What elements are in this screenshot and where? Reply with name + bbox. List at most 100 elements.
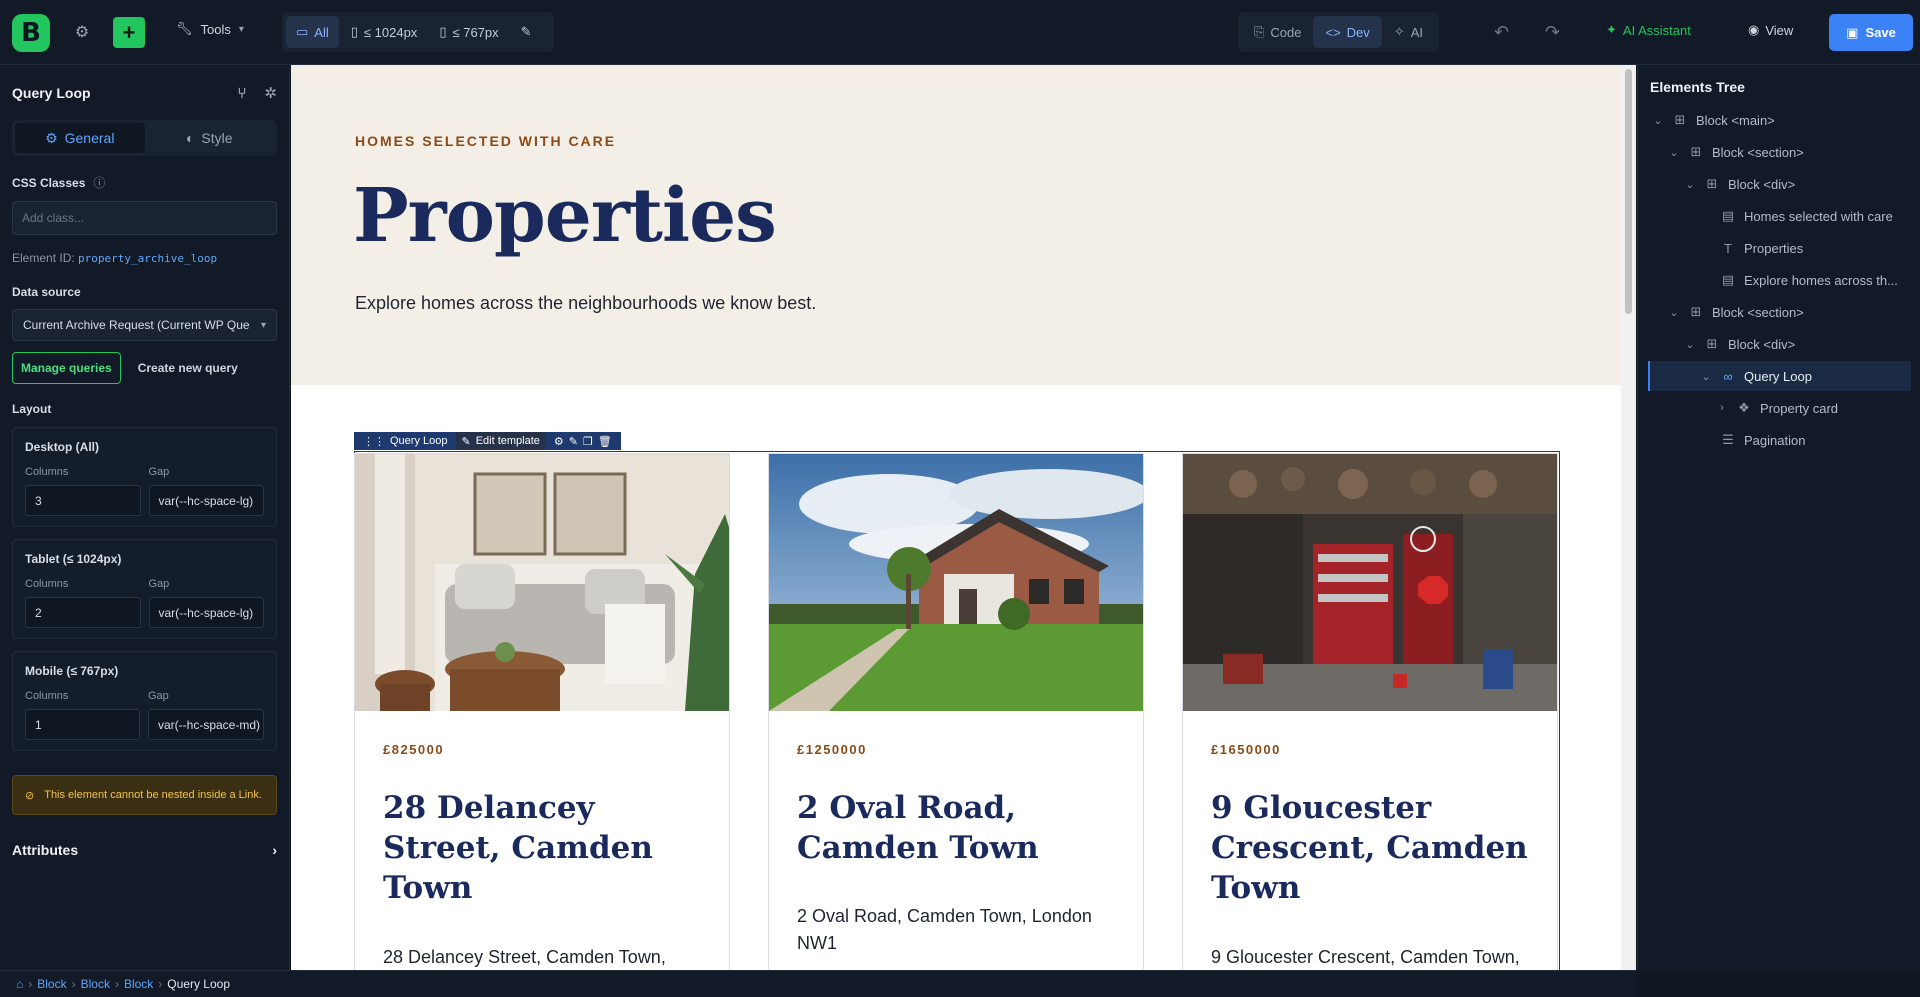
element-id-label: Element ID:: [12, 251, 75, 265]
view-label: View: [1765, 22, 1794, 38]
tree-item-main[interactable]: ⌄ ⊞ Block <main>: [1648, 105, 1911, 135]
property-address: 2 Oval Road, Camden Town, London NW1: [797, 906, 1092, 953]
breadcrumb-current: Query Loop: [167, 977, 230, 991]
query-loop-handle[interactable]: ⋮⋮ Query Loop: [358, 432, 452, 450]
layout-desktop: Desktop (All) Columns 3 Gap var(--hc-space…: [12, 427, 277, 527]
columns-input[interactable]: 2: [25, 597, 141, 628]
edit-template-label: Edit template: [475, 435, 540, 447]
tree-item-section[interactable]: ⌄ ⊞ Block <section>: [1648, 297, 1911, 327]
gap-input[interactable]: var(--hc-space-md): [148, 709, 264, 740]
chevron-right-icon: ›: [272, 842, 277, 858]
css-classes-input[interactable]: Add class...: [12, 201, 277, 235]
tree-item-label: Explore homes across th...: [1744, 272, 1898, 288]
property-title[interactable]: 2 Oval Road, Camden Town: [797, 788, 1127, 868]
columns-input[interactable]: 1: [25, 709, 140, 740]
breakpoint-title: Desktop (All): [25, 440, 100, 454]
block-grid-icon: ⊞: [1690, 144, 1702, 159]
gear-icon[interactable]: ⚙: [72, 22, 92, 42]
breakpoint-tablet[interactable]: ▯ ≤ 1024px: [341, 16, 428, 48]
tab-style[interactable]: ◐ Style: [145, 123, 275, 153]
chevron-down-icon[interactable]: ⌄: [1652, 114, 1664, 127]
save-button[interactable]: ▣ Save: [1829, 14, 1913, 51]
breadcrumb-item[interactable]: Block: [37, 977, 66, 991]
data-source-select[interactable]: Current Archive Request (Current WP Que ▾: [12, 309, 277, 341]
mobile-icon: ▯: [439, 24, 447, 39]
app-logo[interactable]: B: [12, 14, 50, 52]
edit-template-button[interactable]: ✎ Edit template: [456, 432, 545, 450]
floppy-disk-icon: ▣: [1846, 24, 1859, 40]
chevron-down-icon[interactable]: ⌄: [1700, 370, 1712, 383]
tree-item-query-loop[interactable]: ⌄ ∞ Query Loop: [1648, 361, 1911, 391]
hero-section[interactable]: HOMES SELECTED WITH CARE Properties Expl…: [291, 65, 1621, 385]
breadcrumb-item[interactable]: Block: [81, 977, 110, 991]
columns-input[interactable]: 3: [25, 485, 141, 516]
gear-icon: ⚙: [45, 129, 58, 146]
tools-menu[interactable]: 🔧︎ Tools ▾: [176, 21, 244, 37]
manage-queries-button[interactable]: Manage queries: [12, 352, 121, 384]
tree-item-div[interactable]: ⌄ ⊞ Block <div>: [1648, 329, 1911, 359]
canvas-scrollbar[interactable]: [1621, 65, 1636, 970]
home-icon[interactable]: ⌂: [16, 977, 23, 991]
magic-wand-icon[interactable]: ✲: [264, 85, 277, 102]
duplicate-icon[interactable]: ❐: [583, 435, 593, 448]
gear-icon[interactable]: ⚙: [554, 435, 564, 448]
tree-item-heading[interactable]: T Properties: [1648, 233, 1911, 263]
info-icon[interactable]: ⓘ: [93, 174, 105, 191]
breadcrumb-item[interactable]: Block: [124, 977, 153, 991]
property-card[interactable]: £825000 28 Delancey Street, Camden Town …: [354, 453, 730, 970]
hero-eyebrow[interactable]: HOMES SELECTED WITH CARE: [355, 133, 616, 149]
add-element-button[interactable]: +: [113, 17, 145, 48]
panel-header: Query Loop ⑂ ✲: [12, 65, 277, 120]
pencil-icon[interactable]: ✎: [569, 435, 578, 448]
property-title[interactable]: 9 Gloucester Crescent, Camden Town: [1211, 788, 1541, 908]
layout-label: Layout: [12, 402, 277, 416]
view-button[interactable]: ◉ View: [1748, 22, 1793, 38]
attributes-section[interactable]: Attributes ›: [12, 842, 277, 858]
edit-breakpoints-button[interactable]: ✎: [511, 16, 542, 48]
tree-item-intro[interactable]: ▤ Explore homes across th...: [1648, 265, 1911, 295]
mode-ai[interactable]: ✧ AI: [1382, 16, 1435, 48]
page-title[interactable]: Properties: [353, 173, 777, 259]
chevron-down-icon[interactable]: ⌄: [1684, 178, 1696, 191]
branch-icon[interactable]: ⑂: [238, 85, 247, 102]
tree-item-label: Block <div>: [1728, 176, 1796, 192]
ai-assistant-button[interactable]: ✦ AI Assistant: [1606, 22, 1691, 38]
tree-item-div[interactable]: ⌄ ⊞ Block <div>: [1648, 169, 1911, 199]
property-card[interactable]: £1650000 9 Gloucester Crescent, Camden T…: [1182, 453, 1558, 970]
tools-label: Tools: [200, 21, 231, 37]
trash-icon[interactable]: 🗑︎: [598, 435, 612, 448]
eye-icon: ◉: [1748, 22, 1760, 37]
scrollbar-thumb[interactable]: [1625, 69, 1632, 314]
tree-item-eyebrow[interactable]: ▤ Homes selected with care: [1648, 201, 1911, 231]
elements-tree-title: Elements Tree: [1650, 79, 1745, 95]
property-title[interactable]: 28 Delancey Street, Camden Town: [383, 788, 713, 908]
breadcrumb-separator: ›: [28, 977, 33, 991]
mode-code[interactable]: ⎘ Code: [1242, 16, 1313, 48]
tab-label: Style: [201, 130, 233, 146]
hero-intro[interactable]: Explore homes across the neighbourhoods …: [355, 293, 816, 314]
gap-input[interactable]: var(--hc-space-lg): [148, 485, 264, 516]
chevron-down-icon[interactable]: ⌄: [1668, 306, 1680, 319]
tree-item-property-card[interactable]: › ❖ Property card: [1648, 393, 1911, 423]
property-address: 28 Delancey Street, Camden Town, London …: [383, 947, 666, 967]
settings-panel: Query Loop ⑂ ✲ ⚙ General ◐ Style CSS Class…: [0, 65, 290, 970]
gap-input[interactable]: var(--hc-space-lg): [148, 597, 264, 628]
redo-icon[interactable]: ↷: [1545, 22, 1560, 43]
breakpoint-mobile[interactable]: ▯ ≤ 767px: [429, 16, 508, 48]
chevron-down-icon[interactable]: ⌄: [1684, 338, 1696, 351]
tree-item-pagination[interactable]: ☰ Pagination: [1648, 425, 1911, 455]
element-id-value[interactable]: property_archive_loop: [78, 252, 217, 265]
mode-dev[interactable]: <> Dev: [1313, 16, 1382, 48]
palette-icon: ◐: [185, 130, 195, 146]
property-card[interactable]: £1250000 2 Oval Road, Camden Town 2 Oval…: [768, 453, 1144, 970]
breakpoint-all[interactable]: ▭ All: [286, 16, 339, 48]
mode-label: AI: [1410, 24, 1423, 40]
tab-general[interactable]: ⚙ General: [15, 123, 145, 153]
chevron-right-icon[interactable]: ›: [1716, 402, 1728, 414]
breadcrumb-separator: ›: [158, 977, 163, 991]
tree-item-section[interactable]: ⌄ ⊞ Block <section>: [1648, 137, 1911, 167]
block-grid-icon: ⊞: [1674, 112, 1686, 127]
undo-icon[interactable]: ↶: [1494, 22, 1509, 43]
chevron-down-icon[interactable]: ⌄: [1668, 146, 1680, 159]
create-query-button[interactable]: Create new query: [138, 361, 238, 375]
